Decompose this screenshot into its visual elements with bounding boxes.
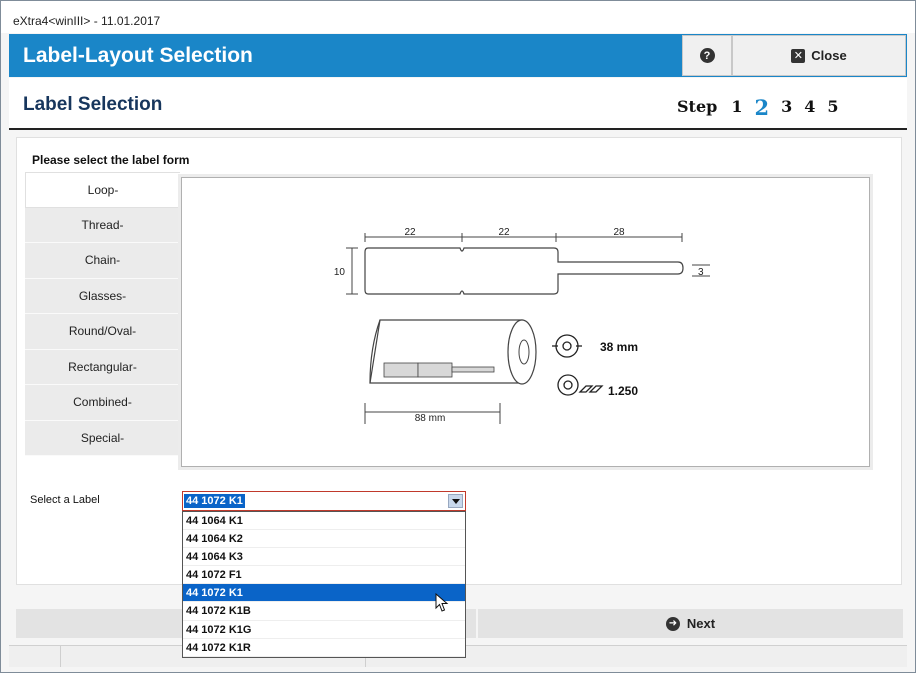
page-title: Label-Layout Selection	[23, 44, 253, 67]
close-button-label: Close	[811, 48, 847, 63]
dropdown-option[interactable]: 44 1072 K1B	[183, 602, 465, 621]
tab-round-oval[interactable]: Round/Oval-	[25, 314, 180, 350]
label-roll	[369, 319, 537, 385]
dropdown-option[interactable]: 44 1064 K3	[183, 548, 465, 567]
label-preview: 22 22 28 10 3 88 mm 38 mm 1.250	[181, 177, 870, 467]
step-5: 5	[827, 97, 839, 116]
select-label: Select a Label	[30, 494, 100, 506]
wizard-header: Label Selection Step 1 2 3 4 5	[9, 78, 907, 130]
mouse-cursor-icon	[435, 593, 449, 612]
tab-thread[interactable]: Thread-	[25, 207, 180, 243]
dim-tail: 3	[698, 267, 704, 278]
window-title: eXtra4<winIII> - 11.01.2017	[13, 14, 161, 28]
label-form-tabs: Loop- Thread- Chain- Glasses- Round/Oval…	[25, 172, 180, 456]
close-button[interactable]: ✕ Close	[732, 35, 906, 76]
dim-segment-2: 22	[498, 227, 510, 238]
dim-height: 10	[334, 267, 346, 278]
step-4: 4	[804, 97, 816, 116]
tab-chain[interactable]: Chain-	[25, 243, 180, 279]
title-bar: eXtra4<winIII> - 11.01.2017	[1, 1, 915, 33]
tab-special[interactable]: Special-	[25, 420, 180, 456]
header-bar: Label-Layout Selection ? ✕ Close	[9, 34, 907, 77]
dropdown-option[interactable]: 44 1072 K1G	[183, 621, 465, 639]
roll-quantity-value: 1.250	[608, 384, 638, 398]
help-button[interactable]: ?	[682, 35, 732, 76]
tab-loop[interactable]: Loop-	[25, 172, 180, 208]
section-title: Label Selection	[23, 94, 163, 115]
label-select[interactable]: 44 1072 K1	[182, 491, 466, 511]
next-button-label: Next	[686, 616, 716, 631]
dropdown-option[interactable]: 44 1072 K1R	[183, 639, 465, 657]
question-circle-icon: ?	[699, 48, 715, 63]
step-3: 3	[781, 97, 793, 116]
dropdown-option[interactable]: 44 1064 K2	[183, 530, 465, 549]
tab-glasses[interactable]: Glasses-	[25, 278, 180, 314]
label-select-dropdown: 44 1064 K1 44 1064 K2 44 1064 K3 44 1072…	[182, 511, 466, 658]
step-2-active: 2	[754, 95, 770, 120]
tab-combined[interactable]: Combined-	[25, 385, 180, 421]
next-button[interactable]: ➜ Next	[478, 609, 903, 638]
core-diameter-value: 38 mm	[600, 340, 638, 354]
step-1: 1	[731, 97, 743, 116]
tab-rectangular[interactable]: Rectangular-	[25, 349, 180, 385]
roll-width-label: 88 mm	[415, 413, 446, 424]
arrow-right-icon: ➜	[665, 616, 680, 631]
dim-segment-1: 22	[404, 227, 416, 238]
application-window: eXtra4<winIII> - 11.01.2017 Label-Layout…	[0, 0, 916, 673]
label-select-value: 44 1072 K1	[184, 494, 245, 508]
dropdown-option[interactable]: 44 1064 K1	[183, 512, 465, 531]
dropdown-option-selected[interactable]: 44 1072 K1	[183, 584, 465, 603]
step-indicator: Step 1 2 3 4 5	[677, 92, 851, 120]
loop-label-shape	[364, 247, 684, 295]
close-icon: ✕	[791, 48, 806, 63]
dim-segment-3: 28	[613, 227, 625, 238]
step-label: Step	[677, 97, 718, 116]
chevron-down-icon[interactable]	[448, 494, 463, 508]
form-heading: Please select the label form	[32, 153, 190, 167]
core-diameter-icon	[552, 334, 582, 358]
status-cell	[9, 646, 61, 667]
label-diagram: 22 22 28 10 3 88 mm 38 mm 1.250	[334, 227, 710, 424]
roll-quantity-icon	[557, 374, 604, 396]
dropdown-option[interactable]: 44 1072 F1	[183, 566, 465, 585]
